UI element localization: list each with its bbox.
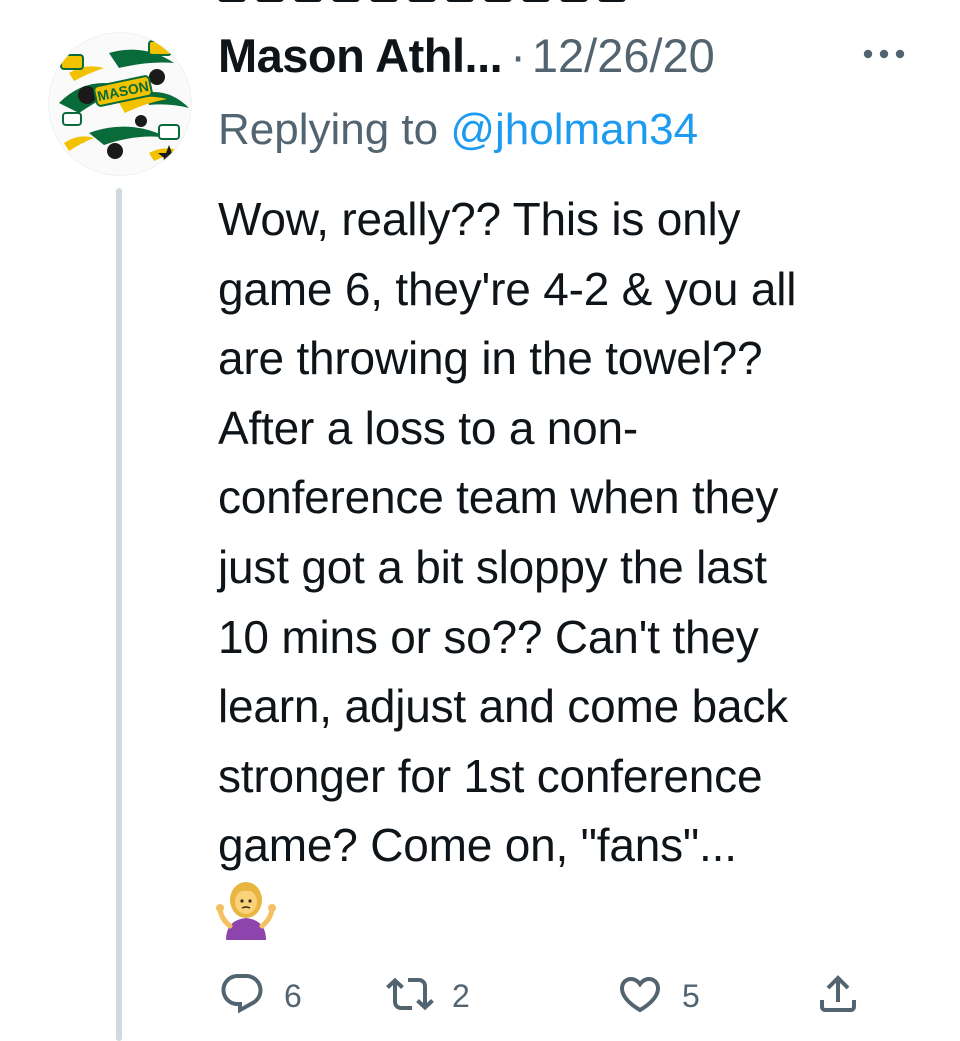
retweet-button[interactable]: 2: [386, 968, 470, 1024]
person-shrugging-emoji: [216, 880, 276, 940]
tweet-header: Mason Athl... · 12/26/20: [218, 26, 715, 86]
tweet-text: Wow, really?? This is only game 6, they'…: [218, 193, 797, 872]
retweet-count: 2: [452, 977, 470, 1014]
reply-handle-link[interactable]: @jholman34: [450, 105, 698, 154]
replying-to: Replying to @jholman34: [218, 100, 698, 160]
more-icon[interactable]: [858, 44, 910, 64]
header-separator: ·: [510, 29, 526, 82]
thread-line: [116, 188, 122, 1041]
tweet-date[interactable]: 12/26/20: [532, 26, 715, 86]
tweet[interactable]: MASON Mason Athl... · 12/26/20 Replying …: [0, 0, 960, 1041]
previous-tweet-cutoff: [218, 0, 688, 2]
author-name[interactable]: Mason Athl...: [218, 26, 503, 86]
reply-icon: [218, 970, 266, 1023]
retweet-icon: [386, 970, 434, 1023]
share-button[interactable]: [814, 968, 862, 1024]
reply-count: 6: [284, 977, 302, 1014]
share-icon: [814, 970, 862, 1023]
mason-logo-pattern: MASON: [49, 33, 191, 175]
avatar[interactable]: MASON: [48, 32, 192, 176]
like-button[interactable]: 5: [616, 968, 700, 1024]
tweet-actions: 6 2 5: [218, 968, 918, 1024]
reply-button[interactable]: 6: [218, 968, 302, 1024]
replying-to-label: Replying to: [218, 105, 451, 154]
like-count: 5: [682, 977, 700, 1014]
heart-icon: [616, 970, 664, 1023]
